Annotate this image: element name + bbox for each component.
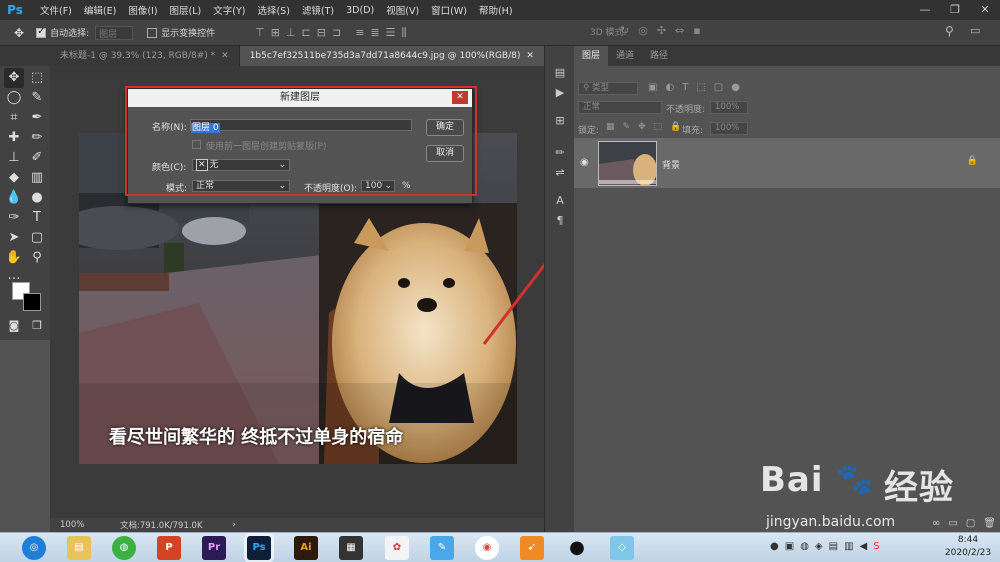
tray-icon[interactable]: ◈: [815, 541, 823, 552]
adjust-icon[interactable]: ⇌: [552, 166, 568, 182]
opacity-label: 不透明度:: [666, 105, 706, 115]
start-button[interactable]: ◎: [22, 536, 46, 560]
lock-all-icon[interactable]: 🔒: [670, 122, 681, 132]
lock-label: 锁定:: [578, 126, 600, 136]
pixel-filter-icon[interactable]: ▣: [648, 82, 657, 93]
volume-icon[interactable]: ◀: [860, 541, 868, 552]
system-clock[interactable]: 8:44 2020/2/23: [940, 534, 996, 560]
illustrator-icon[interactable]: Ai: [294, 536, 318, 560]
paw-icon: 🐾: [836, 462, 874, 497]
layer-opacity-value: 100%: [715, 102, 740, 112]
tab-paths[interactable]: 路径: [642, 46, 676, 66]
app-icon[interactable]: ➹: [520, 536, 544, 560]
blend-mode-value: 正常: [583, 102, 601, 112]
type-filter-icon[interactable]: T: [682, 82, 688, 93]
video-editor-icon[interactable]: ▦: [339, 536, 363, 560]
paragraph-icon[interactable]: ¶: [552, 214, 568, 230]
fill-field[interactable]: 100%: [710, 122, 748, 135]
filter-icons: ▣ ◐ T ⬚ ▢ ●: [648, 82, 740, 93]
watermark-brand: Bai: [760, 460, 824, 500]
qq-tray-icon[interactable]: ●: [770, 541, 779, 552]
photoshop-taskbar-icon[interactable]: Ps: [247, 536, 271, 560]
watermark-jingyan: 经验: [884, 468, 954, 508]
lock-artboard-icon[interactable]: ⬚: [654, 122, 663, 132]
tray-icon[interactable]: ◍: [800, 541, 809, 552]
character-icon[interactable]: A: [552, 194, 568, 210]
filter-toggle-icon[interactable]: ●: [731, 82, 740, 93]
fill-value: 100%: [715, 123, 740, 133]
lock-icon: 🔒: [966, 156, 978, 166]
lock-position-icon[interactable]: ✥: [638, 122, 646, 132]
lock-paint-icon[interactable]: ✎: [623, 122, 631, 132]
layer-opacity-field[interactable]: 100%: [710, 101, 748, 114]
filter-value: 类型: [591, 83, 609, 93]
smart-filter-icon[interactable]: ▢: [714, 82, 723, 93]
windows-taskbar: ◎ ▤ ◍ P Pr Ps Ai ▦ ✿ ✎ ◉ ➹ ● ◇ ● ▣ ◍ ◈ ▤…: [0, 532, 1000, 562]
app-icon[interactable]: ✎: [430, 536, 454, 560]
eye-icon[interactable]: ◉: [580, 157, 589, 168]
watermark-url: jingyan.baidu.com: [766, 514, 896, 530]
layers-tab-bar: 图层 通道 路径: [574, 46, 1000, 66]
wechat-icon[interactable]: ◍: [112, 536, 136, 560]
search-icon: ⚲: [583, 83, 590, 93]
layer-name: 背景: [662, 161, 681, 171]
qq-icon[interactable]: ●: [565, 536, 589, 560]
app-icon[interactable]: ✿: [385, 536, 409, 560]
brush-settings-icon[interactable]: ✏: [552, 146, 568, 162]
file-explorer-icon[interactable]: ▤: [67, 536, 91, 560]
lock-pixels-icon[interactable]: ▦: [606, 122, 615, 132]
tray-icon[interactable]: ▣: [785, 541, 794, 552]
shape-filter-icon[interactable]: ⬚: [696, 82, 705, 93]
adjust-filter-icon[interactable]: ◐: [665, 82, 674, 93]
blend-mode-dropdown[interactable]: 正常: [578, 101, 662, 114]
layer-filter-dropdown[interactable]: ⚲ 类型: [578, 82, 638, 95]
properties-icon[interactable]: ⊞: [552, 114, 568, 130]
fill-label: 填充:: [682, 126, 704, 136]
clock-time: 8:44: [957, 535, 979, 545]
baidu-watermark: Bai 🐾 经验 jingyan.baidu.com: [760, 460, 1000, 540]
lock-icons: ▦ ✎ ✥ ⬚ 🔒: [606, 122, 681, 132]
powerpoint-icon[interactable]: P: [157, 536, 181, 560]
system-tray: ● ▣ ◍ ◈ ▤ ▥ ◀ S: [770, 541, 880, 552]
history-icon[interactable]: ▤: [552, 66, 568, 82]
app-icon[interactable]: ◇: [610, 536, 634, 560]
layer-row[interactable]: ◉ 背景 🔒: [574, 138, 1000, 188]
tab-channels[interactable]: 通道: [608, 46, 642, 66]
tab-layers[interactable]: 图层: [574, 46, 609, 66]
network-icon[interactable]: ▥: [844, 541, 853, 552]
premiere-icon[interactable]: Pr: [202, 536, 226, 560]
panel-icon-strip: ▤ ▶ ⊞ ✏ ⇌ A ¶: [544, 46, 574, 532]
layer-thumbnail: [598, 141, 657, 186]
sogou-icon[interactable]: S: [873, 541, 879, 552]
play-icon[interactable]: ▶: [552, 86, 568, 102]
clock-date: 2020/2/23: [944, 548, 992, 558]
tray-icon[interactable]: ▤: [829, 541, 838, 552]
chrome-icon[interactable]: ◉: [475, 536, 499, 560]
